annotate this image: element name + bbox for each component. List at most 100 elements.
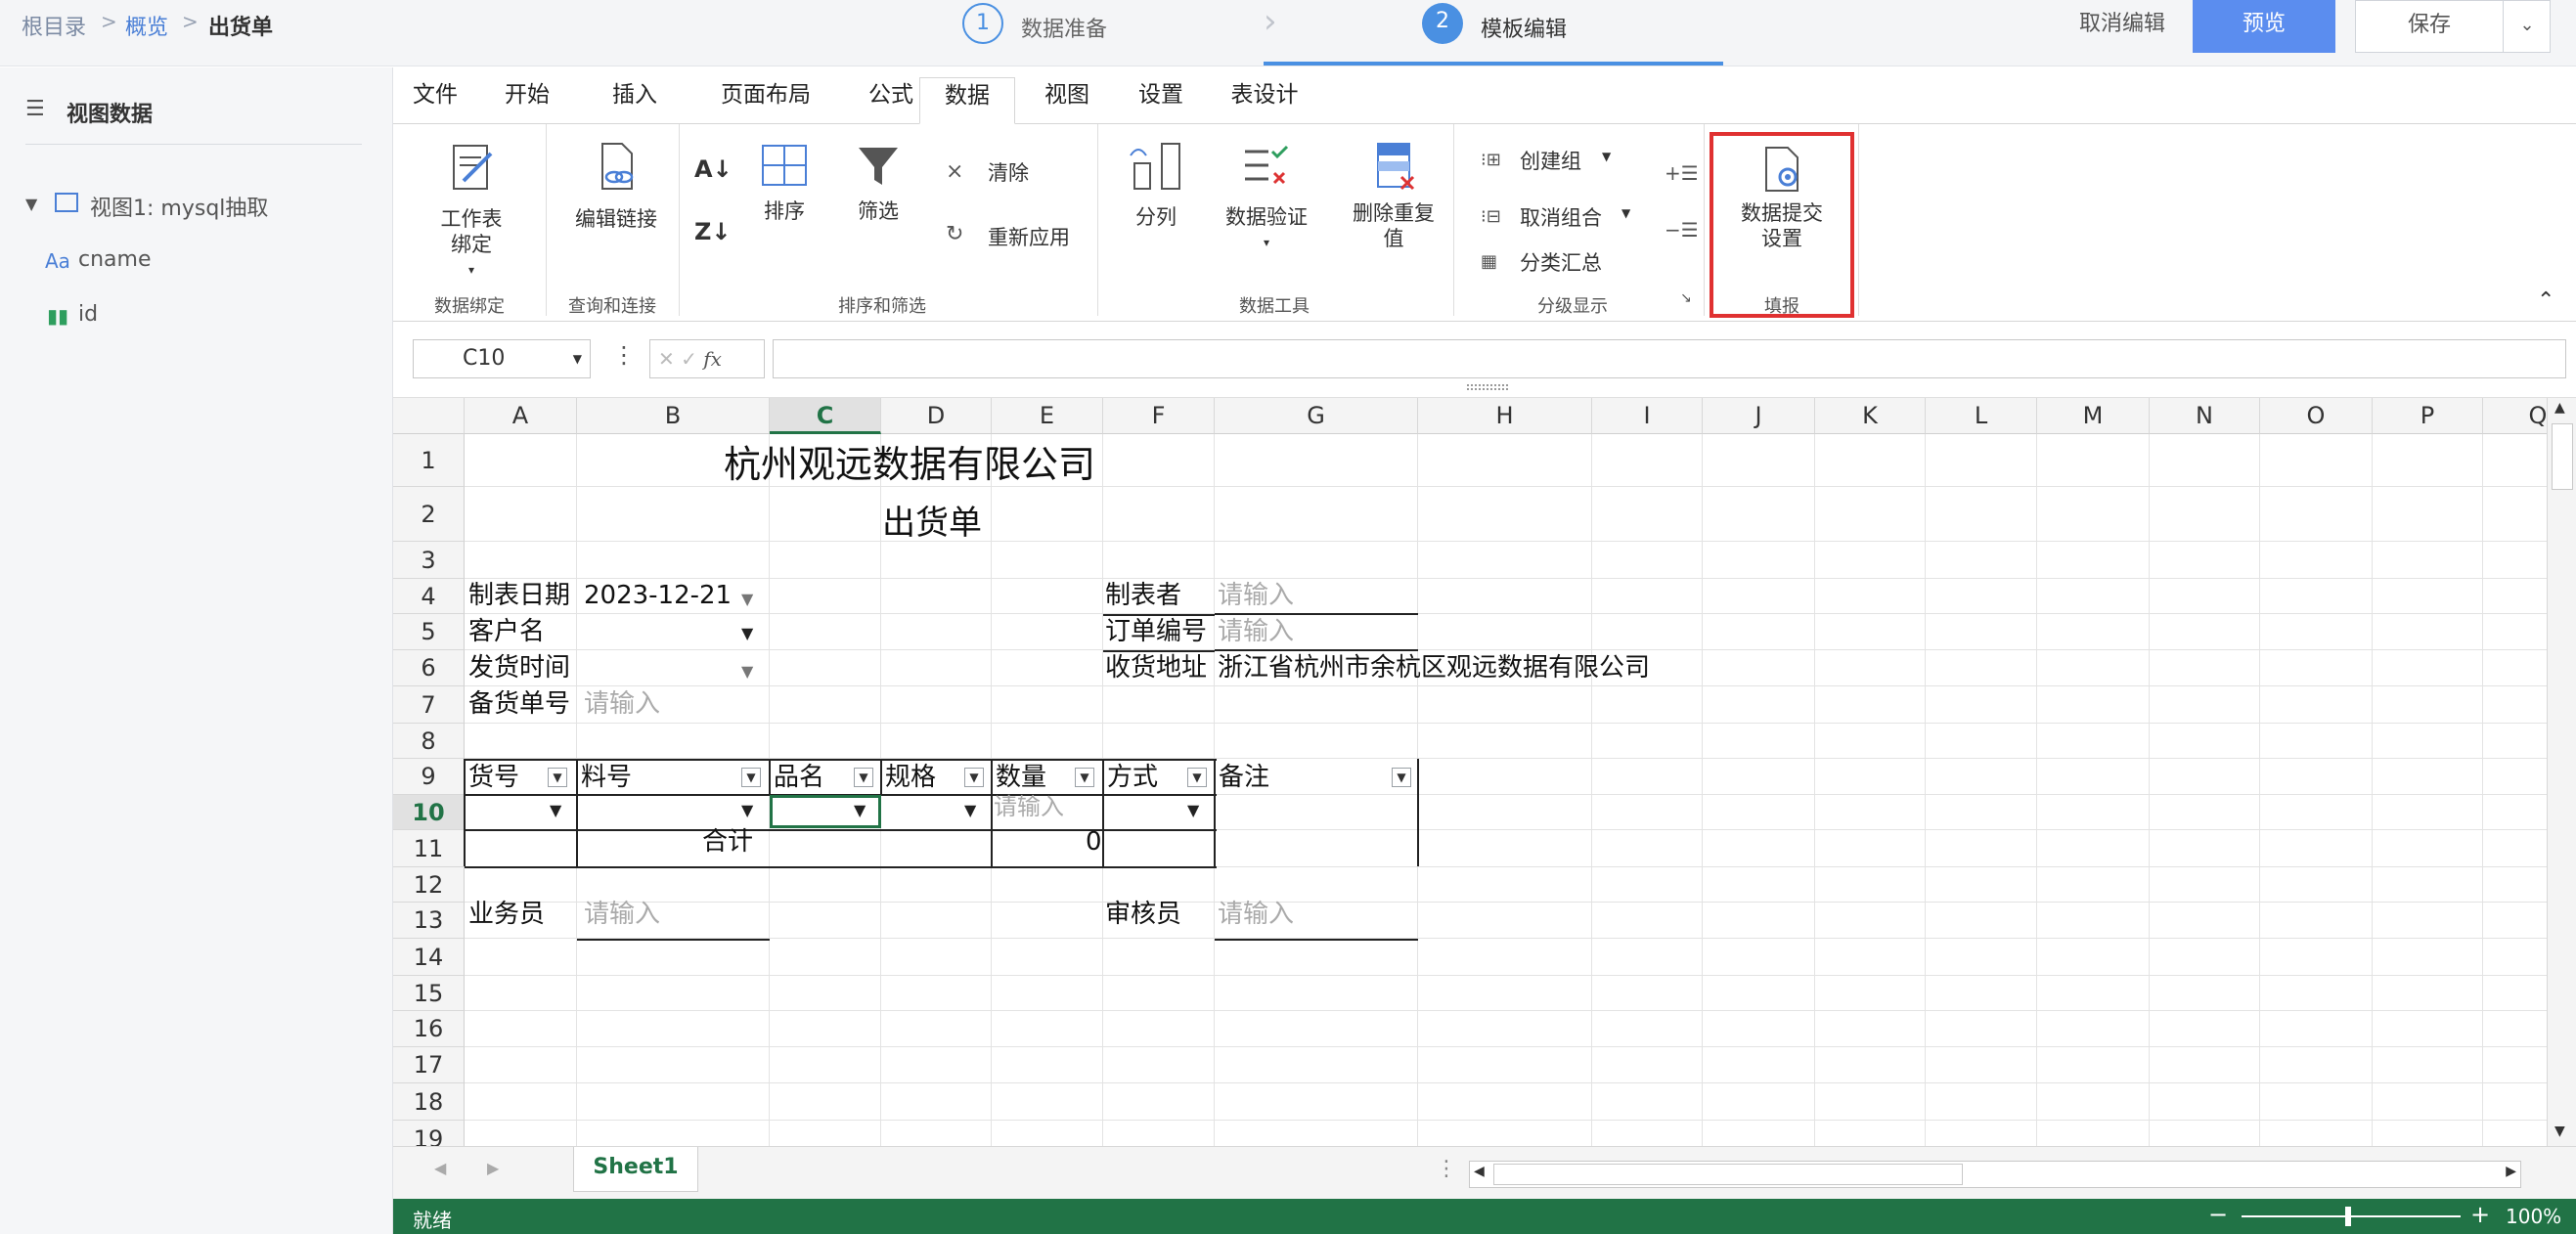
row-header-4[interactable]: 4 <box>393 579 465 614</box>
dropdown-caret-icon[interactable]: ▼ <box>741 662 753 681</box>
order-input[interactable]: 请输入 <box>1218 614 1294 649</box>
column-header-f[interactable]: F <box>1103 398 1215 434</box>
stock-no-input[interactable]: 请输入 <box>584 686 660 722</box>
row-header-8[interactable]: 8 <box>393 724 465 759</box>
row-header-5[interactable]: 5 <box>393 614 465 650</box>
column-header-l[interactable]: L <box>1926 398 2037 434</box>
hide-detail-icon[interactable]: −☰ <box>1665 218 1699 242</box>
sheet-tab-sheet1[interactable]: Sheet1 <box>573 1147 698 1192</box>
dropdown-caret-icon[interactable]: ▼ <box>1621 206 1630 220</box>
scroll-down-icon[interactable]: ▼ <box>2554 1124 2565 1139</box>
sort-ascending-icon[interactable]: A↓ <box>694 155 733 183</box>
row-header-6[interactable]: 6 <box>393 650 465 686</box>
dropdown-caret-icon[interactable]: ▼ <box>1187 801 1199 819</box>
column-header-g[interactable]: G <box>1215 398 1418 434</box>
step-1-label[interactable]: 数据准备 <box>1021 12 1107 43</box>
filter-dropdown-icon[interactable]: ▼ <box>1392 768 1411 787</box>
row-header-18[interactable]: 18 <box>393 1083 465 1121</box>
row-header-10[interactable]: 10 <box>393 795 465 830</box>
tab-home[interactable]: 开始 <box>495 77 559 124</box>
vertical-scrollbar[interactable]: ▲ ▼ <box>2547 398 2576 1146</box>
column-header-o[interactable]: O <box>2260 398 2373 434</box>
breadcrumb-overview[interactable]: 概览 <box>125 10 168 41</box>
column-header-h[interactable]: H <box>1418 398 1592 434</box>
column-header-e[interactable]: E <box>992 398 1103 434</box>
address-value[interactable]: 浙江省杭州市余杭区观远数据有限公司 <box>1218 650 1650 685</box>
preview-button[interactable]: 预览 <box>2193 0 2335 53</box>
breadcrumb-root[interactable]: 根目录 <box>22 10 86 41</box>
filter-button[interactable]: 筛选 <box>839 144 917 224</box>
sort-button[interactable]: 排序 <box>745 144 823 224</box>
formula-input[interactable] <box>773 339 2566 378</box>
tab-settings[interactable]: 设置 <box>1129 77 1193 124</box>
filter-dropdown-icon[interactable]: ▼ <box>1075 768 1094 787</box>
column-header-b[interactable]: B <box>577 398 770 434</box>
collapse-ribbon-icon[interactable]: ⌃ <box>2537 288 2554 313</box>
column-header-m[interactable]: M <box>2037 398 2150 434</box>
subtotal-button[interactable]: 分类汇总 <box>1520 247 1602 277</box>
tab-insert[interactable]: 插入 <box>602 77 667 124</box>
filter-dropdown-icon[interactable]: ▼ <box>741 768 761 787</box>
confirm-icon[interactable]: ✓ <box>681 347 697 371</box>
next-sheet-icon[interactable]: ▶ <box>487 1159 499 1177</box>
filter-dropdown-icon[interactable]: ▼ <box>1187 768 1207 787</box>
column-header-k[interactable]: K <box>1815 398 1926 434</box>
row-header-3[interactable]: 3 <box>393 542 465 579</box>
zoom-slider-thumb[interactable] <box>2345 1207 2351 1226</box>
ungroup-button[interactable]: 取消组合 <box>1520 202 1602 232</box>
column-header-c[interactable]: C <box>770 398 881 434</box>
chevron-down-icon[interactable]: ▼ <box>573 340 582 377</box>
zoom-slider[interactable] <box>2242 1215 2461 1217</box>
more-options-icon[interactable]: ⋮ <box>612 341 636 369</box>
split-column-button[interactable]: 分列 <box>1117 140 1195 230</box>
dropdown-caret-icon[interactable]: ▼ <box>550 801 561 819</box>
dropdown-caret-icon[interactable]: ▼ <box>741 801 753 819</box>
row-header-7[interactable]: 7 <box>393 686 465 724</box>
dropdown-caret-icon[interactable]: ▼ <box>964 801 976 819</box>
worksheet-bind-button[interactable]: 工作表绑定 ▾ <box>422 140 520 283</box>
tab-data[interactable]: 数据 <box>919 77 1015 124</box>
cancel-edit-button[interactable]: 取消编辑 <box>2064 0 2181 53</box>
column-header-p[interactable]: P <box>2373 398 2483 434</box>
show-detail-icon[interactable]: +☰ <box>1665 161 1699 185</box>
dropdown-caret-icon[interactable]: ▼ <box>741 624 753 642</box>
fx-icon[interactable]: fx <box>703 347 722 371</box>
selected-cell-c10[interactable] <box>770 795 881 828</box>
filter-dropdown-icon[interactable]: ▼ <box>854 768 873 787</box>
row-header-12[interactable]: 12 <box>393 867 465 903</box>
create-group-button[interactable]: 创建组 <box>1520 146 1581 175</box>
column-header-i[interactable]: I <box>1592 398 1703 434</box>
row-header-19[interactable]: 19 <box>393 1121 465 1146</box>
row-header-14[interactable]: 14 <box>393 939 465 976</box>
hscroll-thumb[interactable] <box>1493 1164 1963 1185</box>
triangle-down-icon[interactable]: ▼ <box>25 195 37 213</box>
row-header-17[interactable]: 17 <box>393 1047 465 1083</box>
row-header-13[interactable]: 13 <box>393 903 465 939</box>
sales-input[interactable]: 请输入 <box>584 897 660 932</box>
scroll-thumb[interactable] <box>2552 423 2573 490</box>
row-header-1[interactable]: 1 <box>393 434 465 487</box>
chevron-down-icon[interactable]: ⌄ <box>2505 1 2550 50</box>
column-header-n[interactable]: N <box>2150 398 2260 434</box>
tab-view[interactable]: 视图 <box>1035 77 1099 124</box>
step-1-number[interactable]: 1 <box>962 3 1003 44</box>
column-header-a[interactable]: A <box>465 398 577 434</box>
column-header-j[interactable]: J <box>1703 398 1815 434</box>
row-header-2[interactable]: 2 <box>393 487 465 542</box>
step-2-label[interactable]: 模板编辑 <box>1481 12 1567 43</box>
field-cname[interactable]: cname <box>78 247 152 272</box>
tab-page-layout[interactable]: 页面布局 <box>702 77 829 124</box>
collapse-icon[interactable]: ☰ <box>25 97 45 121</box>
scroll-up-icon[interactable]: ▲ <box>2554 400 2565 416</box>
date-value[interactable]: 2023-12-21 <box>584 578 732 613</box>
tab-table-design[interactable]: 表设计 <box>1221 77 1309 124</box>
prev-sheet-icon[interactable]: ◀ <box>434 1159 446 1177</box>
scroll-right-icon[interactable]: ▶ <box>2506 1164 2516 1179</box>
filter-dropdown-icon[interactable]: ▼ <box>964 768 984 787</box>
tab-file[interactable]: 文件 <box>403 77 467 124</box>
splitter-icon[interactable]: ⋮ <box>1436 1157 1457 1181</box>
column-header-d[interactable]: D <box>881 398 992 434</box>
reapply-button[interactable]: 重新应用 <box>988 222 1070 251</box>
clear-button[interactable]: 清除 <box>988 157 1029 187</box>
edit-link-button[interactable]: 编辑链接 <box>557 140 675 232</box>
